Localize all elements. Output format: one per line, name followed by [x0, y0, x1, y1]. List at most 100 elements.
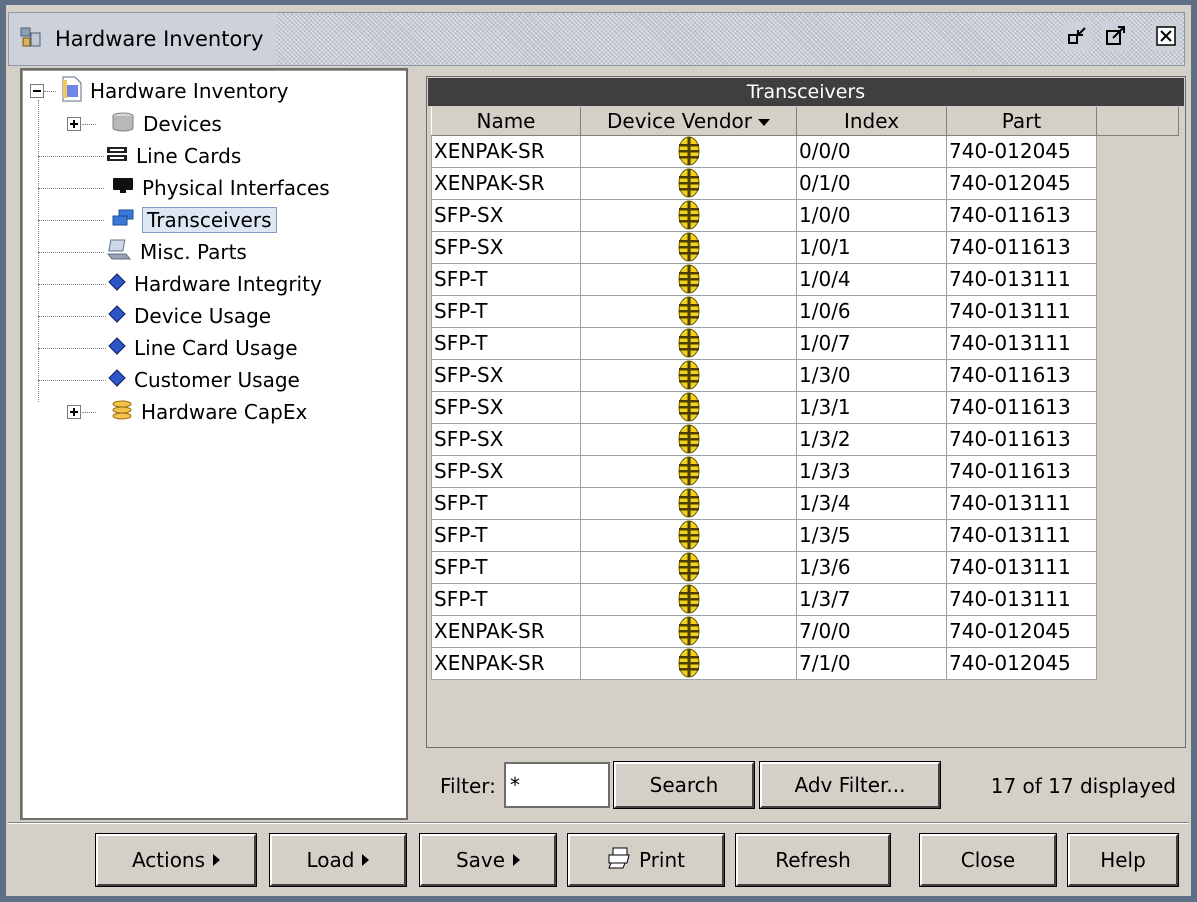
column-header-device-vendor[interactable]: Device Vendor	[580, 107, 797, 136]
table-row[interactable]: SFP-T 1/0/6 740-013111	[431, 294, 1179, 328]
tree-root[interactable]: Hardware Inventory	[30, 76, 288, 106]
adv-filter-button[interactable]: Adv Filter...	[760, 762, 940, 808]
cell-device-vendor[interactable]	[580, 454, 797, 488]
cell-name[interactable]: SFP-SX	[431, 198, 581, 232]
cell-device-vendor[interactable]	[580, 230, 797, 264]
tree-item-line-card-usage[interactable]: Line Card Usage	[108, 333, 298, 363]
table-row[interactable]: SFP-T 1/3/6 740-013111	[431, 550, 1179, 584]
tree-item-misc-parts[interactable]: Misc. Parts	[106, 237, 247, 267]
table-row[interactable]: XENPAK-SR 7/0/0 740-012045	[431, 614, 1179, 648]
load-button[interactable]: Load	[270, 834, 406, 886]
expand-icon[interactable]	[67, 405, 81, 419]
cell-part[interactable]: 740-011613	[946, 230, 1097, 264]
cell-part[interactable]: 740-012045	[946, 614, 1097, 648]
cell-part[interactable]: 740-011613	[946, 198, 1097, 232]
search-button[interactable]: Search	[614, 762, 754, 808]
cell-name[interactable]: SFP-T	[431, 518, 581, 552]
cell-device-vendor[interactable]	[580, 294, 797, 328]
cell-part[interactable]: 740-013111	[946, 262, 1097, 296]
column-header-name[interactable]: Name	[431, 107, 581, 136]
table-row[interactable]: XENPAK-SR 0/0/0 740-012045	[431, 134, 1179, 168]
cell-index[interactable]: 7/0/0	[796, 614, 947, 648]
maximize-icon[interactable]	[1102, 21, 1130, 51]
cell-part[interactable]: 740-011613	[946, 454, 1097, 488]
cell-part[interactable]: 740-012045	[946, 166, 1097, 200]
cell-name[interactable]: SFP-SX	[431, 390, 581, 424]
cell-name[interactable]: XENPAK-SR	[431, 646, 581, 680]
table-row[interactable]: SFP-T 1/0/4 740-013111	[431, 262, 1179, 296]
refresh-button[interactable]: Refresh	[736, 834, 890, 886]
column-header-index[interactable]: Index	[796, 107, 947, 136]
cell-device-vendor[interactable]	[580, 198, 797, 232]
table-row[interactable]: SFP-SX 1/3/1 740-011613	[431, 390, 1179, 424]
cell-device-vendor[interactable]	[580, 390, 797, 424]
cell-name[interactable]: SFP-SX	[431, 358, 581, 392]
table-row[interactable]: XENPAK-SR 0/1/0 740-012045	[431, 166, 1179, 200]
cell-part[interactable]: 740-013111	[946, 518, 1097, 552]
minimize-icon[interactable]	[1064, 21, 1092, 51]
cell-name[interactable]: SFP-SX	[431, 454, 581, 488]
table-row[interactable]: SFP-T 1/0/7 740-013111	[431, 326, 1179, 360]
cell-name[interactable]: XENPAK-SR	[431, 614, 581, 648]
cell-name[interactable]: SFP-T	[431, 582, 581, 616]
tree-item-customer-usage[interactable]: Customer Usage	[108, 365, 300, 395]
cell-name[interactable]: SFP-SX	[431, 422, 581, 456]
print-button[interactable]: Print	[568, 834, 724, 886]
cell-device-vendor[interactable]	[580, 550, 797, 584]
cell-index[interactable]: 1/3/3	[796, 454, 947, 488]
cell-part[interactable]: 740-012045	[946, 646, 1097, 680]
table-row[interactable]: SFP-SX 1/0/0 740-011613	[431, 198, 1179, 232]
cell-device-vendor[interactable]	[580, 166, 797, 200]
table-row[interactable]: SFP-T 1/3/4 740-013111	[431, 486, 1179, 520]
cell-index[interactable]: 1/0/4	[796, 262, 947, 296]
tree-item-hardware-capex[interactable]: Hardware CapEx	[67, 397, 307, 427]
cell-part[interactable]: 740-011613	[946, 358, 1097, 392]
tree-item-devices[interactable]: Devices	[67, 109, 222, 139]
cell-index[interactable]: 1/3/6	[796, 550, 947, 584]
cell-part[interactable]: 740-011613	[946, 390, 1097, 424]
table-row[interactable]: SFP-T 1/3/7 740-013111	[431, 582, 1179, 616]
table-row[interactable]: XENPAK-SR 7/1/0 740-012045	[431, 646, 1179, 680]
cell-index[interactable]: 1/3/4	[796, 486, 947, 520]
cell-index[interactable]: 1/0/0	[796, 198, 947, 232]
table-row[interactable]: SFP-SX 1/3/0 740-011613	[431, 358, 1179, 392]
transceivers-table[interactable]: Name Device Vendor Index Part XENPAK-SR 0…	[431, 107, 1179, 680]
tree-item-physical-interfaces[interactable]: Physical Interfaces	[112, 173, 330, 203]
table-row[interactable]: SFP-SX 1/0/1 740-011613	[431, 230, 1179, 264]
cell-part[interactable]: 740-013111	[946, 582, 1097, 616]
transceivers-table-panel[interactable]: Transceivers Name Device Vendor Index Pa…	[426, 76, 1186, 748]
cell-part[interactable]: 740-013111	[946, 550, 1097, 584]
table-row[interactable]: SFP-SX 1/3/2 740-011613	[431, 422, 1179, 456]
cell-name[interactable]: SFP-T	[431, 294, 581, 328]
collapse-icon[interactable]	[30, 84, 44, 98]
cell-index[interactable]: 0/0/0	[796, 134, 947, 168]
tree-item-line-cards[interactable]: Line Cards	[106, 141, 241, 171]
expand-icon[interactable]	[67, 117, 81, 131]
cell-part[interactable]: 740-013111	[946, 326, 1097, 360]
column-header-part[interactable]: Part	[946, 107, 1097, 136]
cell-index[interactable]: 0/1/0	[796, 166, 947, 200]
cell-index[interactable]: 7/1/0	[796, 646, 947, 680]
help-button[interactable]: Help	[1068, 834, 1178, 886]
cell-index[interactable]: 1/0/6	[796, 294, 947, 328]
cell-device-vendor[interactable]	[580, 582, 797, 616]
cell-index[interactable]: 1/0/7	[796, 326, 947, 360]
cell-name[interactable]: SFP-T	[431, 326, 581, 360]
cell-part[interactable]: 740-012045	[946, 134, 1097, 168]
tree-item-device-usage[interactable]: Device Usage	[108, 301, 271, 331]
title-bar[interactable]: Hardware Inventory	[8, 12, 1185, 66]
tree-item-transceivers[interactable]: Transceivers	[112, 205, 277, 235]
cell-device-vendor[interactable]	[580, 486, 797, 520]
cell-index[interactable]: 1/3/0	[796, 358, 947, 392]
table-row[interactable]: SFP-SX 1/3/3 740-011613	[431, 454, 1179, 488]
filter-input[interactable]	[504, 762, 610, 808]
cell-device-vendor[interactable]	[580, 518, 797, 552]
cell-name[interactable]: XENPAK-SR	[431, 166, 581, 200]
cell-name[interactable]: XENPAK-SR	[431, 134, 581, 168]
cell-index[interactable]: 1/3/1	[796, 390, 947, 424]
cell-device-vendor[interactable]	[580, 614, 797, 648]
cell-index[interactable]: 1/0/1	[796, 230, 947, 264]
cell-part[interactable]: 740-013111	[946, 294, 1097, 328]
navigation-tree[interactable]: Hardware Inventory Devices Line Cards Ph…	[20, 68, 408, 820]
tree-item-hardware-integrity[interactable]: Hardware Integrity	[108, 269, 322, 299]
